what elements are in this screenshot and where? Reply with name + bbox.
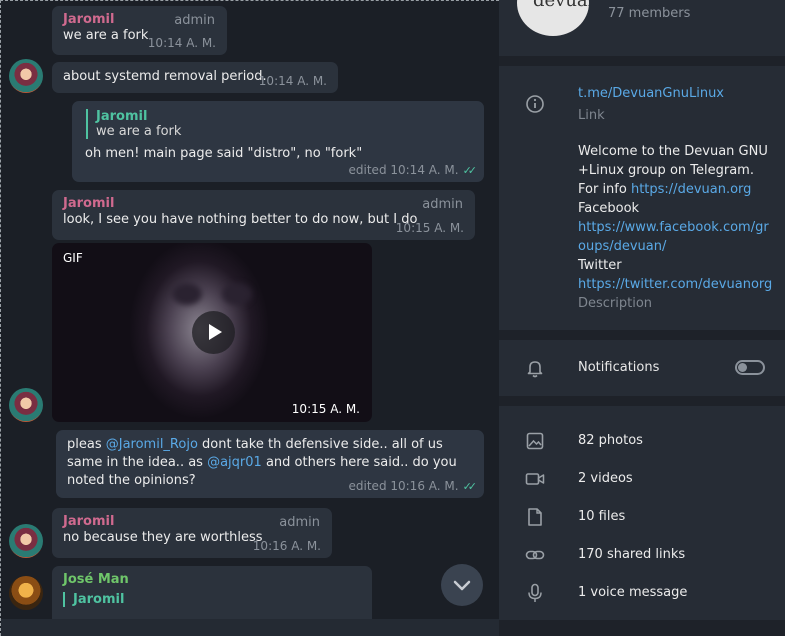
gif-label: GIF (63, 251, 83, 265)
photo-icon (526, 432, 544, 450)
avatar[interactable] (9, 524, 43, 558)
message-input-area[interactable] (1, 619, 499, 636)
message-bubble[interactable]: Jaromil admin no because they are worthl… (52, 508, 332, 558)
microphone-icon (528, 583, 542, 602)
admin-badge: admin (422, 197, 463, 212)
media-row-links[interactable]: 170 shared links (499, 536, 785, 574)
message-bubble[interactable]: about systemd removal period. 10:14 A. M… (52, 62, 338, 93)
quote-sender: Jaromil (73, 592, 125, 607)
message-time: edited 10:16 A. M. ✓✓ (348, 479, 478, 493)
toggle-knob (738, 363, 747, 372)
message-time: edited 10:14 A. M. ✓✓ (348, 163, 478, 177)
link-icon (525, 550, 545, 560)
message-time: 10:14 A. M. (258, 74, 327, 88)
avatar[interactable] (9, 576, 43, 610)
media-row-voice[interactable]: 1 voice message (499, 574, 785, 612)
devuan-link[interactable]: https://devuan.org (631, 182, 751, 197)
media-row-videos[interactable]: 2 videos (499, 460, 785, 498)
twitter-label: Twitter (578, 258, 622, 273)
gif-message[interactable]: GIF 10:15 A. M. (52, 243, 372, 422)
media-label: 82 photos (578, 433, 643, 448)
media-label: 10 files (578, 509, 626, 524)
invite-link[interactable]: t.me/DevuanGnuLinux (578, 86, 724, 101)
gif-shade (172, 283, 202, 305)
message-time-text: edited 10:16 A. M. (348, 479, 459, 493)
notifications-label: Notifications (578, 360, 660, 375)
message-time: 10:16 A. M. (252, 539, 321, 553)
admin-badge: admin (279, 515, 320, 530)
video-icon (525, 473, 545, 485)
reply-quote[interactable]: Jaromil (63, 592, 361, 607)
twitter-link[interactable]: https://twitter.com/devuanorg (578, 277, 772, 292)
media-row-files[interactable]: 10 files (499, 498, 785, 536)
avatar[interactable] (9, 59, 43, 93)
group-description: Welcome to the Devuan GNU +Linux group o… (578, 142, 773, 313)
message-bubble[interactable]: José Man Jaromil (52, 566, 372, 626)
chevron-down-icon (453, 580, 471, 591)
mention-link[interactable]: @Jaromil_Rojo (106, 437, 198, 452)
message-bubble[interactable]: Jaromil we are a fork oh men! main page … (72, 101, 484, 182)
quote-text: we are a fork (96, 124, 182, 139)
chat-panel: Jaromil admin we are a fork 10:14 A. M. … (0, 0, 499, 636)
media-label: 1 voice message (578, 585, 688, 600)
message-bubble[interactable]: Jaromil admin we are a fork 10:14 A. M. (52, 6, 227, 55)
mention-link[interactable]: @ajqr01 (207, 455, 262, 470)
group-logo-text: devuan (533, 0, 589, 11)
message-text: oh men! main page said "distro", no "for… (85, 146, 363, 161)
media-row-photos[interactable]: 82 photos (499, 422, 785, 460)
reply-quote[interactable]: Jaromil we are a fork (86, 109, 473, 139)
facebook-link[interactable]: https://www.facebook.com/groups/devuan/ (578, 220, 769, 254)
scroll-down-button[interactable] (441, 564, 483, 606)
member-count[interactable]: 77 members (608, 6, 690, 21)
message-bubble[interactable]: pleas @Jaromil_Rojo dont take th defensi… (56, 430, 484, 498)
read-checks-icon: ✓✓ (462, 164, 478, 177)
sender-name[interactable]: Jaromil (63, 196, 464, 211)
info-icon (526, 95, 544, 113)
bell-icon (527, 361, 543, 378)
avatar[interactable] (9, 388, 43, 422)
sender-name[interactable]: José Man (63, 572, 361, 587)
message-bubble[interactable]: Jaromil admin look, I see you have nothi… (52, 190, 475, 240)
admin-badge: admin (174, 13, 215, 28)
gif-shade (222, 283, 252, 305)
link-caption: Link (578, 108, 605, 123)
message-time: 10:15 A. M. (291, 402, 360, 416)
media-label: 2 videos (578, 471, 633, 486)
notifications-toggle[interactable] (735, 360, 765, 375)
profile-section: devuan 77 members (499, 0, 785, 56)
group-avatar[interactable]: devuan (517, 0, 589, 36)
quote-sender: Jaromil (96, 109, 148, 124)
facebook-label: Facebook (578, 201, 640, 216)
message-time: 10:14 A. M. (147, 36, 216, 50)
message-text-part: pleas (67, 437, 106, 452)
file-icon (528, 508, 542, 526)
group-info-panel: devuan 77 members t.me/DevuanGnuLinux Li… (499, 0, 785, 636)
play-icon[interactable] (192, 311, 235, 354)
media-label: 170 shared links (578, 547, 686, 562)
read-checks-icon: ✓✓ (462, 480, 478, 493)
description-caption: Description (578, 296, 653, 311)
message-time-text: edited 10:14 A. M. (348, 163, 459, 177)
message-time: 10:15 A. M. (395, 221, 464, 235)
